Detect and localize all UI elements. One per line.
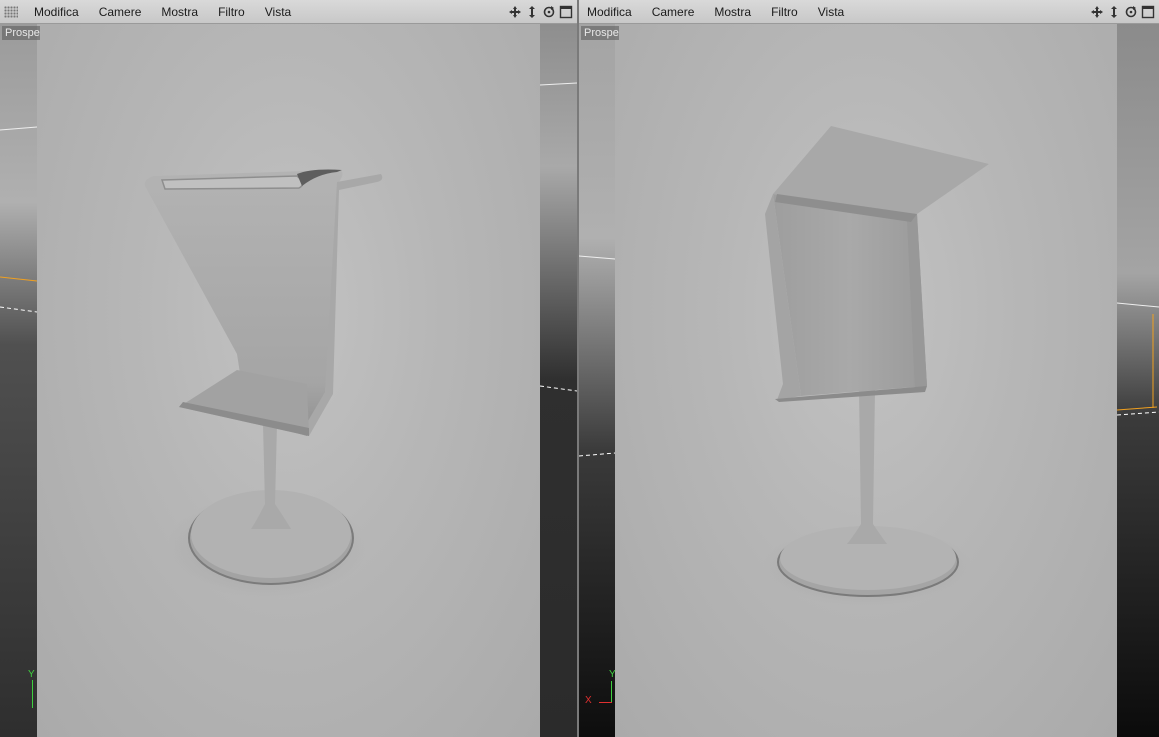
viewport-scene[interactable]: Prospettiva Y X xyxy=(579,24,1159,737)
menu-mostra[interactable]: Mostra xyxy=(151,0,208,24)
render-region xyxy=(615,24,1117,737)
cinema4d-app: Modifica Camere Mostra Filtro Vista Pros… xyxy=(0,0,1159,737)
maximize-icon[interactable] xyxy=(559,5,573,19)
menu-vista[interactable]: Vista xyxy=(808,0,854,24)
panel-grip-icon[interactable] xyxy=(4,5,18,18)
axis-y-label: Y xyxy=(28,669,35,680)
view-nav-tools xyxy=(1090,5,1159,19)
axis-y-line xyxy=(611,681,612,703)
render-region xyxy=(37,24,540,737)
viewport-menubar: Modifica Camere Mostra Filtro Vista xyxy=(0,0,577,24)
view-nav-tools xyxy=(508,5,577,19)
menu-mostra[interactable]: Mostra xyxy=(704,0,761,24)
viewport-scene[interactable]: Prospettiva Y xyxy=(0,24,577,737)
bar-stool-render xyxy=(762,126,989,606)
menu-filtro[interactable]: Filtro xyxy=(761,0,808,24)
viewport-menubar: Modifica Camere Mostra Filtro Vista xyxy=(579,0,1159,24)
axis-x-line xyxy=(599,702,612,703)
axis-x-label: X xyxy=(585,695,592,706)
menu-camere[interactable]: Camere xyxy=(642,0,705,24)
dolly-icon[interactable] xyxy=(525,5,539,19)
viewport-left[interactable]: Modifica Camere Mostra Filtro Vista Pros… xyxy=(0,0,577,737)
axis-gizmo: Y xyxy=(28,669,35,708)
menu-modifica[interactable]: Modifica xyxy=(24,0,89,24)
move-icon[interactable] xyxy=(1090,5,1104,19)
maximize-icon[interactable] xyxy=(1141,5,1155,19)
menu-modifica[interactable]: Modifica xyxy=(579,0,642,24)
viewport-right[interactable]: Modifica Camere Mostra Filtro Vista Pros… xyxy=(579,0,1159,737)
menu-filtro[interactable]: Filtro xyxy=(208,0,255,24)
dolly-icon[interactable] xyxy=(1107,5,1121,19)
axis-y-label: Y xyxy=(609,669,616,680)
rotate-icon[interactable] xyxy=(542,5,556,19)
move-icon[interactable] xyxy=(508,5,522,19)
camera-label: Prospettiva xyxy=(581,26,619,40)
axis-y-line xyxy=(32,680,33,708)
menu-vista[interactable]: Vista xyxy=(255,0,301,24)
bar-stool-render xyxy=(144,169,383,598)
camera-label: Prospettiva xyxy=(2,26,40,40)
menu-camere[interactable]: Camere xyxy=(89,0,152,24)
rotate-icon[interactable] xyxy=(1124,5,1138,19)
